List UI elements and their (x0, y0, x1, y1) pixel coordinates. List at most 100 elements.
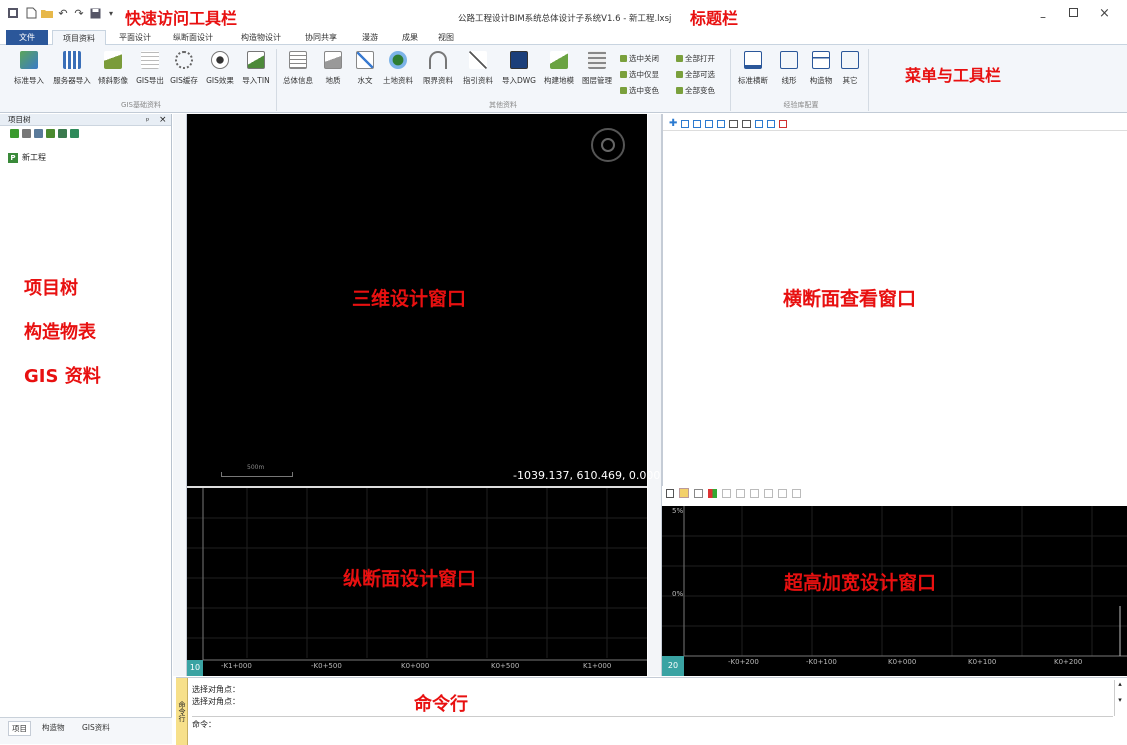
panel-close-icon[interactable]: × (159, 114, 167, 126)
compass-icon[interactable] (591, 128, 625, 162)
alignment-button[interactable]: 线形 (774, 51, 804, 86)
globe-icon (389, 51, 407, 69)
tree-item[interactable]: P 新工程 (8, 152, 46, 163)
add-icon[interactable] (10, 128, 19, 138)
new-file-icon[interactable] (24, 6, 38, 20)
quick-access-dropdown-icon[interactable]: ▾ (104, 6, 118, 20)
select-close-button[interactable]: 选中关闭 (620, 53, 659, 64)
general-info-button[interactable]: 总体信息 (280, 51, 316, 86)
command-scrollbar[interactable]: ▴ ▾ (1114, 680, 1125, 716)
profile-corner: 10 (187, 660, 203, 676)
delete-icon[interactable] (779, 119, 788, 128)
standard-cross-section-button[interactable]: 标准横断 (734, 51, 772, 86)
project-tree-title: 项目树 (8, 115, 31, 124)
play-icon[interactable] (666, 488, 674, 498)
tool-icon[interactable] (736, 488, 745, 498)
tab-project[interactable]: 项目 (8, 721, 31, 736)
build-terrain-button[interactable]: 构建地模 (540, 51, 578, 86)
tab-roaming[interactable]: 漫游 (350, 30, 390, 45)
superelevation-corner: 20 (662, 656, 684, 676)
open-all-button[interactable]: 全部打开 (676, 53, 715, 64)
ribbon-separator (730, 49, 731, 111)
hydrology-icon (356, 51, 374, 69)
land-data-button[interactable]: 土地资料 (380, 51, 416, 86)
3d-design-window[interactable]: 三维设计窗口 500m -1039.137, 610.469, 0.000 (187, 114, 660, 486)
cross-section-window[interactable]: ✚ 横断面查看窗口 (662, 114, 1127, 486)
tool-icon[interactable] (722, 488, 731, 498)
maximize-icon[interactable] (1069, 8, 1078, 17)
open-folder-icon[interactable] (40, 6, 54, 20)
layer-manager-button[interactable]: 图层管理 (578, 51, 616, 86)
undo-icon[interactable]: ↶ (56, 6, 70, 20)
close-icon[interactable]: × (1099, 6, 1110, 21)
tab-file[interactable]: 文件 (6, 30, 48, 45)
tab-profile-design[interactable]: 纵断面设计 (162, 30, 224, 45)
copy-icon[interactable] (717, 119, 726, 128)
app-logo-icon[interactable] (6, 6, 20, 20)
guide-data-button[interactable]: 指引资料 (458, 51, 498, 86)
profile-tick: -K0+500 (311, 662, 342, 670)
tool-icon[interactable] (750, 488, 759, 498)
effect-icon (211, 51, 229, 69)
clearance-data-button[interactable]: 限界资料 (418, 51, 458, 86)
super-tick: K0+200 (1054, 658, 1083, 666)
import-dwg-button[interactable]: 导入DWG (500, 51, 538, 86)
profile-tick: K0+000 (401, 662, 430, 670)
command-input[interactable] (216, 717, 1096, 729)
edit-icon[interactable] (46, 128, 55, 138)
gis-cache-button[interactable]: GIS缓存 (168, 51, 200, 86)
tab-collaboration[interactable]: 协同共享 (296, 30, 346, 45)
tool-icon[interactable] (694, 488, 703, 498)
command-side-tab[interactable]: 命令行 (176, 678, 188, 745)
pin-icon[interactable]: ᵖ (146, 115, 149, 127)
tab-plane-design[interactable]: 平面设计 (110, 30, 160, 45)
tool-icon[interactable] (778, 488, 787, 498)
color-icon[interactable] (708, 488, 717, 498)
select-icon[interactable] (679, 488, 689, 498)
copy-icon[interactable] (767, 119, 776, 128)
cache-icon (175, 51, 193, 69)
ribbon-separator (868, 49, 869, 111)
tab-gis-data[interactable]: GIS资料 (82, 722, 110, 733)
save-icon[interactable] (88, 6, 102, 20)
geology-button[interactable]: 地质 (318, 51, 348, 86)
all-selectable-button[interactable]: 全部可选 (676, 69, 715, 80)
import-tin-button[interactable]: 导入TIN (238, 51, 274, 86)
standard-import-button[interactable]: 标准导入 (12, 51, 46, 86)
add-icon[interactable]: ✚ (669, 118, 677, 129)
copy-icon[interactable] (755, 119, 764, 128)
tab-project-data[interactable]: 项目资料 (52, 30, 106, 45)
tool-icon[interactable] (764, 488, 773, 498)
import-icon[interactable] (58, 128, 67, 138)
tab-view[interactable]: 视图 (426, 30, 466, 45)
export-icon[interactable] (70, 128, 79, 138)
gis-effect-button[interactable]: GIS效果 (204, 51, 236, 86)
tool-icon[interactable] (792, 488, 801, 498)
select-recolor-button[interactable]: 选中变色 (620, 85, 659, 96)
structure-button[interactable]: 构造物 (804, 51, 838, 86)
recolor-all-button[interactable]: 全部变色 (676, 85, 715, 96)
profile-tick: K1+000 (583, 662, 612, 670)
table-icon[interactable] (34, 128, 43, 138)
oblique-image-button[interactable]: 倾斜影像 (96, 51, 130, 86)
profile-design-window[interactable]: 10 -K1+000 -K0+500 K0+000 K0+500 K1+000 … (187, 486, 647, 676)
select-only-show-button[interactable]: 选中仅显 (620, 69, 659, 80)
redo-icon[interactable]: ↷ (72, 6, 86, 20)
superelevation-canvas[interactable]: 5% 0% 20 -K0+200 -K0+100 K0+000 K0+100 K… (662, 506, 1127, 676)
tab-results[interactable]: 成果 (390, 30, 430, 45)
superelevation-window[interactable]: 5% 0% 20 -K0+200 -K0+100 K0+000 K0+100 K… (662, 486, 1127, 676)
refresh-icon[interactable] (681, 119, 690, 128)
server-import-button[interactable]: 服务器导入 (50, 51, 94, 86)
gis-export-button[interactable]: GIS导出 (134, 51, 166, 86)
minimize-icon[interactable]: – (1040, 10, 1046, 24)
copy-icon[interactable] (693, 119, 702, 128)
table-icon[interactable] (729, 119, 739, 128)
hydrology-button[interactable]: 水文 (350, 51, 380, 86)
copy-icon[interactable] (705, 119, 714, 128)
tab-structure-design[interactable]: 构造物设计 (230, 30, 292, 45)
table-icon[interactable] (742, 119, 752, 128)
delete-icon[interactable] (22, 128, 31, 138)
other-config-button[interactable]: 其它 (836, 51, 864, 86)
super-window-side-strip (648, 486, 662, 676)
tab-structures[interactable]: 构造物 (42, 722, 65, 733)
